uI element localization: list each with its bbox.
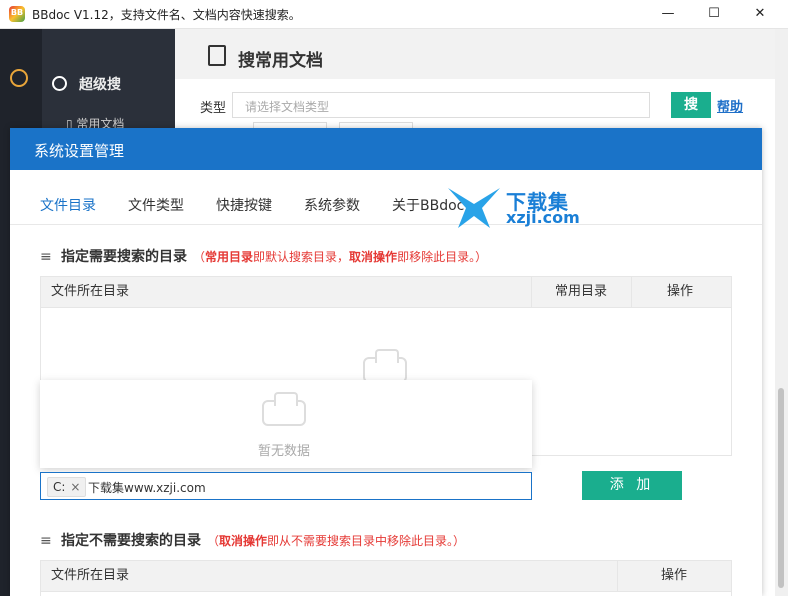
sidebar-item-super-search[interactable]: 超级搜 xyxy=(52,74,121,94)
sidebar-item-label: 超级搜 xyxy=(79,77,121,93)
dialog-header: 系统设置管理 xyxy=(10,128,762,170)
settings-dialog: 系统设置管理 文件目录 文件类型 快捷按键 系统参数 关于BBdoc ≡ 指定需要… xyxy=(10,128,762,596)
watermark-url: xzji.com xyxy=(506,208,580,227)
app-logo-icon: BB xyxy=(9,6,25,22)
directory-dropdown: 暂无数据 xyxy=(40,380,532,468)
watermark-logo: 下载集 xzji.com xyxy=(446,186,588,230)
section-note: （取消操作即从不需要搜索目录中移除此目录。） xyxy=(207,534,466,548)
page-title: 搜常用文档 xyxy=(238,51,323,71)
column-divider xyxy=(631,277,632,307)
section-title-text: 指定需要搜索的目录 xyxy=(61,249,187,265)
type-select-placeholder: 请选择文档类型 xyxy=(245,100,330,114)
window-title: BBdoc V1.12，支持文件名、文档内容快速搜索。 xyxy=(32,8,301,22)
section-title-include-dirs: ≡ 指定需要搜索的目录 （常用目录即默认搜索目录，取消操作即移除此目录。） xyxy=(40,246,487,266)
table-header: 文件所在目录 常用目录 操作 xyxy=(41,277,731,308)
column-header-action: 操作 xyxy=(667,284,694,299)
add-button[interactable]: 添 加 xyxy=(582,471,682,500)
settings-tabs: 文件目录 文件类型 快捷按键 系统参数 关于BBdoc xyxy=(10,192,762,225)
maximize-button[interactable]: ☐ xyxy=(699,4,729,24)
list-icon: ≡ xyxy=(40,249,52,265)
drive-tag-label: C: xyxy=(53,480,66,494)
help-link[interactable]: 帮助 xyxy=(717,96,743,115)
column-divider xyxy=(617,561,618,591)
scrollbar-thumb[interactable] xyxy=(778,388,784,588)
empty-inbox-icon xyxy=(262,392,306,426)
search-icon xyxy=(52,76,67,91)
tab-shortcut-keys[interactable]: 快捷按键 xyxy=(216,195,272,215)
type-label: 类型 xyxy=(200,101,227,116)
search-button[interactable]: 搜 xyxy=(671,92,711,118)
directory-input[interactable]: C: × 下载集www.xzji.com xyxy=(40,472,532,500)
column-header-directory: 文件所在目录 xyxy=(51,568,130,583)
tab-file-directory[interactable]: 文件目录 xyxy=(40,195,96,215)
empty-text: 暂无数据 xyxy=(258,444,311,459)
tab-system-params[interactable]: 系统参数 xyxy=(304,195,360,215)
minimize-button[interactable]: — xyxy=(653,4,683,24)
download-arrow-icon xyxy=(448,188,500,228)
directory-input-value: 下载集www.xzji.com xyxy=(88,481,206,495)
app-logo-text: BB xyxy=(10,8,24,17)
dialog-title: 系统设置管理 xyxy=(34,142,125,160)
column-header-common: 常用目录 xyxy=(555,284,608,299)
tab-file-type[interactable]: 文件类型 xyxy=(128,195,184,215)
list-icon: ≡ xyxy=(40,533,52,549)
exclude-dirs-table: 文件所在目录 操作 xyxy=(40,560,732,596)
close-button[interactable]: ✕ xyxy=(745,4,775,24)
column-header-action: 操作 xyxy=(661,568,688,583)
window-titlebar: BB BBdoc V1.12，支持文件名、文档内容快速搜索。 — ☐ ✕ xyxy=(0,0,788,29)
search-icon[interactable] xyxy=(10,69,28,87)
column-header-directory: 文件所在目录 xyxy=(51,284,130,299)
drive-tag: C: × xyxy=(47,477,87,497)
table-header: 文件所在目录 操作 xyxy=(41,561,731,592)
column-divider xyxy=(531,277,532,307)
type-select[interactable]: 请选择文档类型 xyxy=(232,92,650,118)
section-title-exclude-dirs: ≡ 指定不需要搜索的目录 （取消操作即从不需要搜索目录中移除此目录。） xyxy=(40,530,465,550)
tag-close-icon[interactable]: × xyxy=(70,480,80,494)
section-note: （常用目录即默认搜索目录，取消操作即移除此目录。） xyxy=(193,250,488,264)
document-icon xyxy=(208,45,226,66)
section-title-text: 指定不需要搜索的目录 xyxy=(61,533,201,549)
